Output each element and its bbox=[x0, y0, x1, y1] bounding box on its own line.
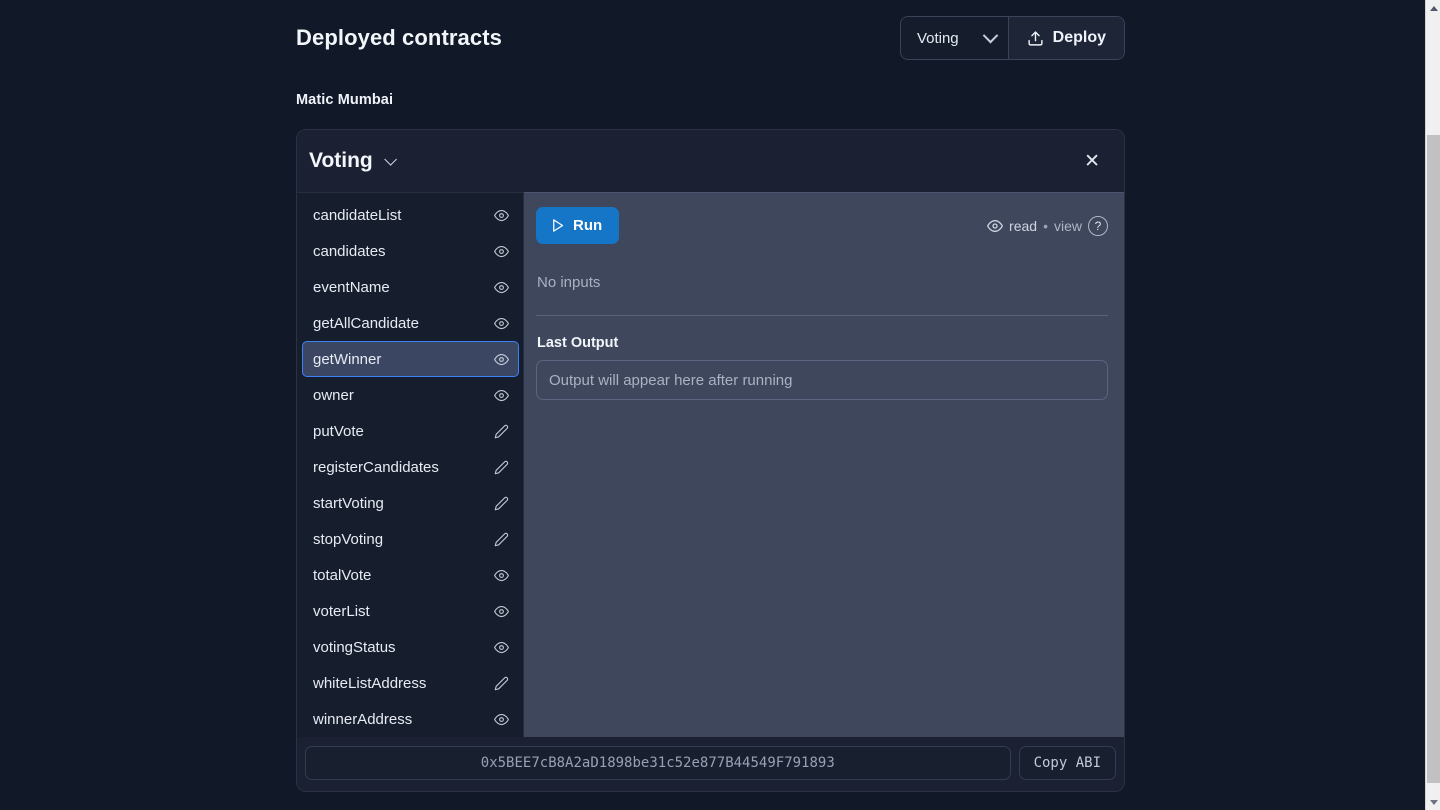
function-list-item[interactable]: putVote bbox=[302, 413, 519, 449]
pencil-icon bbox=[494, 676, 509, 691]
pencil-icon bbox=[494, 424, 509, 439]
chevron-down-icon bbox=[982, 27, 998, 43]
function-list-item[interactable]: owner bbox=[302, 377, 519, 413]
function-name: stopVoting bbox=[313, 530, 384, 548]
contract-select[interactable]: Voting bbox=[900, 17, 1009, 59]
function-list-item[interactable]: winnerAddress bbox=[302, 701, 519, 737]
function-name: registerCandidates bbox=[313, 458, 439, 476]
function-name: winnerAddress bbox=[313, 710, 413, 728]
function-list-item[interactable]: startVoting bbox=[302, 485, 519, 521]
network-label: Matic Mumbai bbox=[296, 92, 394, 108]
contract-card: Voting ✕ candidateList candidates eventNam… bbox=[296, 129, 1125, 792]
function-name: startVoting bbox=[313, 494, 384, 512]
mutability-badge: read • view ? bbox=[987, 215, 1108, 236]
function-name: voterList bbox=[313, 602, 370, 620]
eye-icon bbox=[494, 208, 509, 223]
mutability-separator: • bbox=[1043, 217, 1048, 234]
page-content: Deployed contracts Voting Deploy Matic M… bbox=[0, 0, 1425, 792]
function-list-item[interactable]: votingStatus bbox=[302, 629, 519, 665]
eye-icon bbox=[494, 280, 509, 295]
pencil-icon bbox=[494, 496, 509, 511]
deploy-control-group: Voting Deploy bbox=[899, 16, 1125, 60]
function-detail-toolbar: Run read • view ? bbox=[536, 207, 1108, 244]
function-list-item[interactable]: getWinner bbox=[302, 341, 519, 377]
browser-scrollbar[interactable] bbox=[1425, 0, 1440, 810]
run-button[interactable]: Run bbox=[536, 207, 620, 244]
function-list-item[interactable]: eventName bbox=[302, 269, 519, 305]
eye-icon bbox=[494, 316, 509, 331]
deploy-button-label: Deploy bbox=[1052, 29, 1106, 46]
last-output-box[interactable]: Output will appear here after running bbox=[536, 360, 1108, 400]
scroll-up-arrow-icon[interactable] bbox=[1426, 0, 1440, 16]
function-list-item[interactable]: registerCandidates bbox=[302, 449, 519, 485]
function-list-item[interactable]: totalVote bbox=[302, 557, 519, 593]
deploy-button[interactable]: Deploy bbox=[1008, 17, 1124, 59]
function-name: whiteListAddress bbox=[313, 674, 427, 692]
help-icon[interactable]: ? bbox=[1088, 215, 1108, 236]
function-name: getAllCandidate bbox=[313, 314, 419, 332]
eye-icon bbox=[494, 568, 509, 583]
function-list-item[interactable]: voterList bbox=[302, 593, 519, 629]
eye-icon bbox=[494, 640, 509, 655]
contract-card-toggle[interactable]: Voting bbox=[309, 149, 397, 173]
copy-abi-button[interactable]: Copy ABI bbox=[1018, 746, 1116, 780]
function-name: putVote bbox=[313, 422, 364, 440]
eye-icon bbox=[494, 712, 509, 727]
function-list-item[interactable]: candidateList bbox=[302, 197, 519, 233]
run-button-label: Run bbox=[573, 217, 603, 234]
function-name: candidateList bbox=[313, 206, 402, 224]
function-list-item[interactable]: stopVoting bbox=[302, 521, 519, 557]
eye-icon bbox=[494, 388, 509, 403]
pencil-icon bbox=[494, 460, 509, 475]
contract-address[interactable]: 0x5BEE7cB8A2aD1898be31c52e877B44549F7918… bbox=[305, 746, 1011, 780]
function-name: owner bbox=[313, 386, 354, 404]
mutability-access: read bbox=[1009, 217, 1038, 234]
scrollbar-thumb[interactable] bbox=[1427, 135, 1440, 783]
function-name: candidates bbox=[313, 242, 386, 260]
close-icon[interactable]: ✕ bbox=[1078, 148, 1106, 175]
page-scroll-container: Deployed contracts Voting Deploy Matic M… bbox=[0, 0, 1425, 810]
contract-card-title: Voting bbox=[309, 149, 373, 172]
upload-icon bbox=[1027, 30, 1044, 47]
page-title: Deployed contracts bbox=[296, 25, 502, 50]
function-name: getWinner bbox=[313, 350, 382, 368]
contract-card-body: candidateList candidates eventName getAllCa… bbox=[297, 192, 1124, 737]
function-name: eventName bbox=[313, 278, 390, 296]
play-icon bbox=[550, 218, 565, 233]
contract-card-footer: 0x5BEE7cB8A2aD1898be31c52e877B44549F7918… bbox=[297, 737, 1124, 791]
eye-icon bbox=[494, 352, 509, 367]
detail-divider bbox=[536, 315, 1108, 316]
function-detail-pane: Run read • view ? No inputs Last Output … bbox=[524, 192, 1124, 737]
function-list-item[interactable]: candidates bbox=[302, 233, 519, 269]
mutability-state: view bbox=[1053, 217, 1082, 234]
scroll-down-arrow-icon[interactable] bbox=[1426, 794, 1440, 810]
page-header: Deployed contracts Voting Deploy bbox=[0, 0, 1425, 76]
function-list: candidateList candidates eventName getAllCa… bbox=[297, 192, 524, 737]
pencil-icon bbox=[494, 532, 509, 547]
contract-card-header: Voting ✕ bbox=[297, 130, 1124, 192]
last-output-label: Last Output bbox=[537, 335, 619, 351]
eye-icon bbox=[494, 244, 509, 259]
no-inputs-text: No inputs bbox=[537, 274, 601, 291]
eye-icon bbox=[494, 604, 509, 619]
function-name: totalVote bbox=[313, 566, 372, 584]
chevron-down-icon bbox=[384, 152, 397, 166]
eye-icon bbox=[987, 218, 1004, 234]
function-name: votingStatus bbox=[313, 638, 396, 656]
function-list-item[interactable]: whiteListAddress bbox=[302, 665, 519, 701]
function-list-item[interactable]: getAllCandidate bbox=[302, 305, 519, 341]
contract-select-value: Voting bbox=[916, 29, 959, 47]
